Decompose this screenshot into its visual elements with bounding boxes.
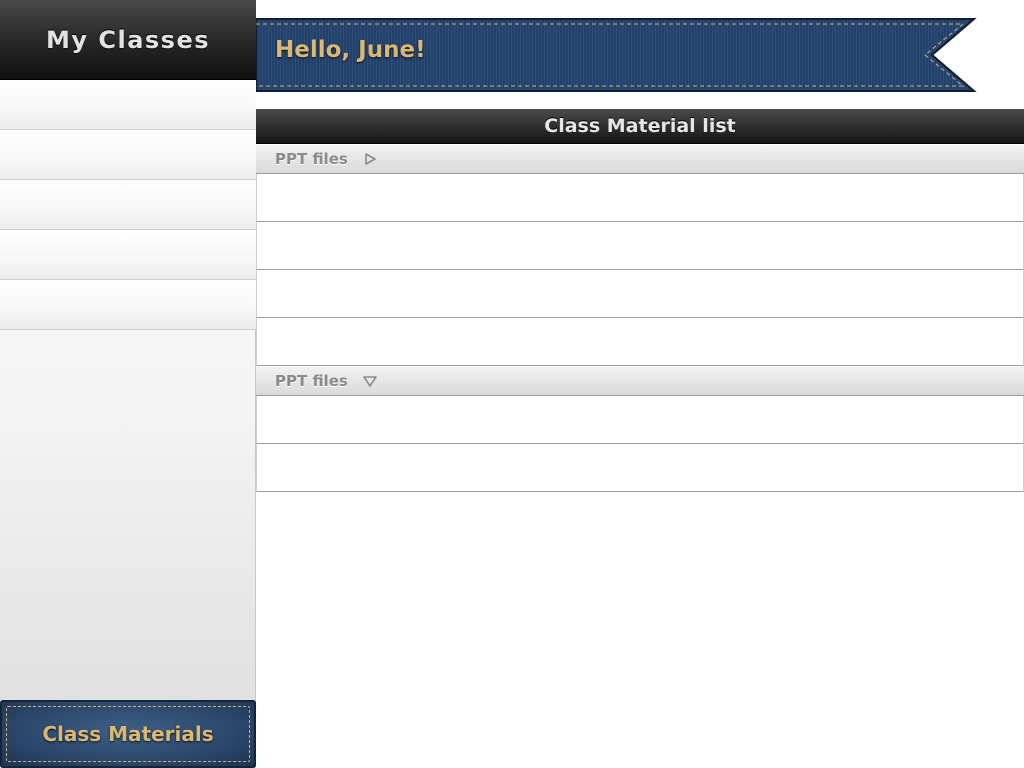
class-materials-button[interactable]: Class Materials bbox=[0, 700, 256, 768]
list-item[interactable] bbox=[256, 270, 1024, 318]
section-rows bbox=[256, 174, 1024, 366]
list-item[interactable] bbox=[256, 318, 1024, 366]
class-list-item[interactable] bbox=[0, 80, 256, 130]
section-header-ppt-files[interactable]: PPT files bbox=[256, 366, 1024, 396]
class-list bbox=[0, 80, 256, 330]
triangle-right-icon bbox=[365, 153, 376, 165]
sidebar-header: My Classes bbox=[0, 0, 256, 80]
list-item[interactable] bbox=[256, 174, 1024, 222]
section-rows bbox=[256, 396, 1024, 492]
list-item[interactable] bbox=[256, 396, 1024, 444]
sidebar: My Classes Class Materials bbox=[0, 0, 256, 768]
section-label: PPT files bbox=[275, 150, 348, 168]
triangle-down-icon bbox=[363, 376, 377, 387]
section-label: PPT files bbox=[275, 372, 348, 390]
section-header-ppt-files[interactable]: PPT files bbox=[256, 144, 1024, 174]
content-title: Class Material list bbox=[544, 115, 736, 137]
list-item[interactable] bbox=[256, 444, 1024, 492]
class-list-item[interactable] bbox=[0, 180, 256, 230]
list-item[interactable] bbox=[256, 222, 1024, 270]
class-list-item[interactable] bbox=[0, 130, 256, 180]
class-materials-button-label: Class Materials bbox=[42, 722, 214, 746]
class-list-item[interactable] bbox=[0, 280, 256, 330]
class-list-item[interactable] bbox=[0, 230, 256, 280]
greeting-banner: Hello, June! bbox=[256, 18, 978, 92]
content-header: Class Material list bbox=[256, 109, 1024, 144]
greeting-text: Hello, June! bbox=[275, 37, 426, 63]
sidebar-title: My Classes bbox=[45, 25, 211, 54]
